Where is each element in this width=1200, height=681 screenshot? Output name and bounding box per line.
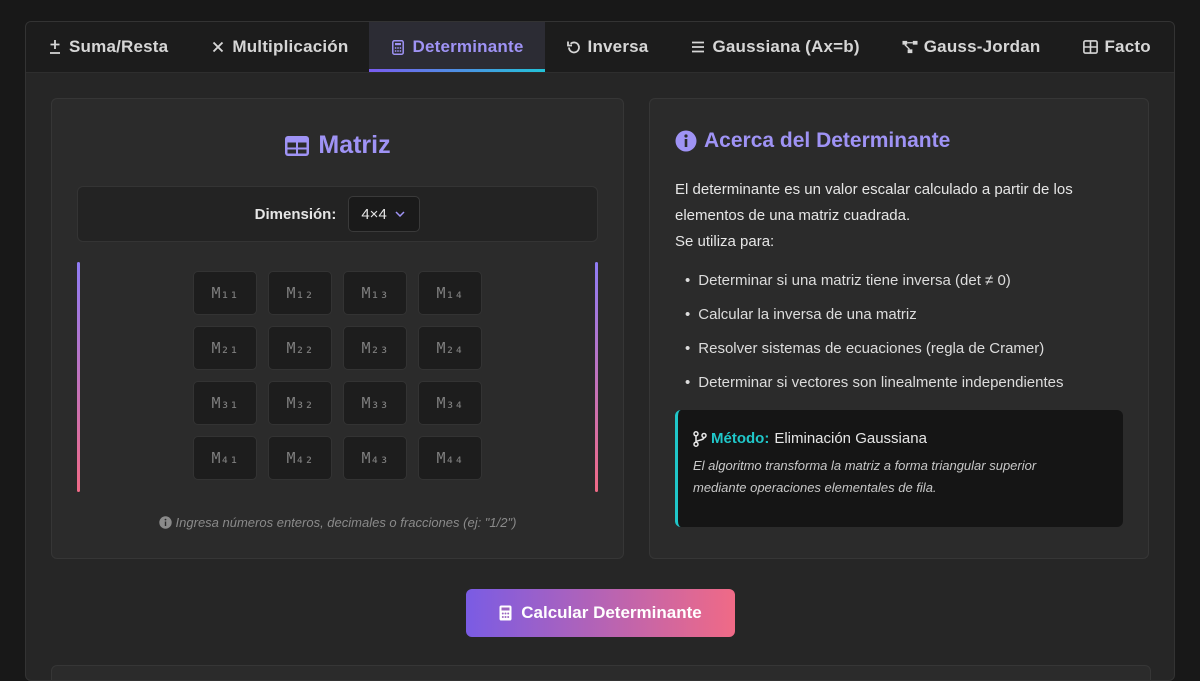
table-icon — [285, 135, 310, 156]
calculator-icon — [499, 605, 512, 621]
method-description: El algoritmo transforma la matriz a form… — [693, 458, 1037, 495]
method-box: Método: Eliminación Gaussiana El algorit… — [675, 410, 1123, 527]
tab-suma-resta[interactable]: Suma/Resta — [26, 22, 189, 72]
times-icon — [210, 39, 226, 55]
list-item: Determinar si una matriz tiene inversa (… — [685, 263, 1063, 297]
tab-label: Facto — [1104, 37, 1151, 56]
lines-icon — [690, 39, 706, 55]
calculate-determinant-button[interactable]: Calcular Determinante — [466, 589, 735, 637]
matrix-cell-2-2[interactable]: M₂₂ — [268, 326, 332, 370]
tab-label: Determinante — [412, 37, 524, 56]
list-item: Determinar si vectores son linealmente i… — [685, 365, 1063, 399]
table-icon — [1082, 39, 1098, 55]
info-card: Acerca del Determinante El determinante … — [649, 98, 1149, 559]
matrix-cell-3-3[interactable]: M₃₃ — [343, 381, 407, 425]
project-diagram-icon — [902, 39, 918, 55]
info-description: El determinante es un valor escalar calc… — [675, 177, 1125, 255]
method-value: Eliminación Gaussiana — [774, 430, 927, 447]
tab-determinante[interactable]: Determinante — [369, 22, 545, 72]
info-circle-icon — [158, 516, 172, 529]
tab-label: Gaussiana (Ax=b) — [712, 37, 860, 56]
matrix-left-bracket — [77, 262, 80, 492]
list-item: Resolver sistemas de ecuaciones (regla d… — [685, 331, 1063, 365]
matrix-cell-2-1[interactable]: M₂₁ — [193, 326, 257, 370]
info-circle-icon — [675, 130, 697, 152]
matrix-cell-1-1[interactable]: M₁₁ — [193, 271, 257, 315]
tab-label: Suma/Resta — [69, 37, 169, 56]
app-window: Suma/Resta Multiplicación Determinante I… — [25, 21, 1175, 681]
uses-list: Determinar si una matriz tiene inversa (… — [685, 263, 1063, 399]
matrix-cell-3-2[interactable]: M₃₂ — [268, 381, 332, 425]
matrix-cell-1-4[interactable]: M₁₄ — [418, 271, 482, 315]
matrix-cell-2-4[interactable]: M₂₄ — [418, 326, 482, 370]
tab-bar: Suma/Resta Multiplicación Determinante I… — [26, 22, 1174, 73]
tab-label: Multiplicación — [232, 37, 349, 56]
method-heading: Método: Eliminación Gaussiana — [693, 430, 1123, 447]
plus-minus-icon — [47, 39, 63, 55]
undo-icon — [566, 39, 582, 55]
matrix-cell-1-3[interactable]: M₁₃ — [343, 271, 407, 315]
info-desc-line2: Se utiliza para: — [675, 233, 775, 250]
matrix-cell-2-3[interactable]: M₂₃ — [343, 326, 407, 370]
matrix-title-text: Matriz — [318, 131, 391, 159]
list-item: Calcular la inversa de una matriz — [685, 297, 1063, 331]
tab-multiplicacion[interactable]: Multiplicación — [189, 22, 369, 72]
chevron-down-icon — [395, 211, 405, 217]
tab-label: Inversa — [587, 37, 649, 56]
matrix-cell-3-4[interactable]: M₃₄ — [418, 381, 482, 425]
tab-gaussiana[interactable]: Gaussiana (Ax=b) — [669, 22, 880, 72]
tab-factorizacion[interactable]: Facto — [1061, 22, 1171, 72]
matrix-right-bracket — [595, 262, 598, 492]
code-branch-icon — [693, 430, 707, 447]
dimension-select[interactable]: 4×4 — [348, 196, 421, 232]
info-desc-line1: El determinante es un valor escalar calc… — [675, 181, 1073, 224]
matrix-cell-4-2[interactable]: M₄₂ — [268, 436, 332, 480]
tab-label: Gauss-Jordan — [923, 37, 1041, 56]
info-title-text: Acerca del Determinante — [704, 129, 951, 152]
input-hint: Ingresa números enteros, decimales o fra… — [52, 515, 623, 530]
matrix-input-grid: M₁₁ M₁₂ M₁₃ M₁₄ M₂₁ M₂₂ M₂₃ M₂₄ M₃₁ M₃₂ … — [77, 262, 598, 492]
matrix-cell-4-1[interactable]: M₄₁ — [193, 436, 257, 480]
info-title: Acerca del Determinante — [675, 129, 950, 153]
matrix-cell-3-1[interactable]: M₃₁ — [193, 381, 257, 425]
calculate-button-label: Calcular Determinante — [521, 603, 702, 622]
method-label: Método: — [711, 430, 770, 447]
result-panel — [51, 665, 1151, 680]
matrix-cell-1-2[interactable]: M₁₂ — [268, 271, 332, 315]
dimension-selector-box: Dimensión: 4×4 — [77, 186, 598, 242]
input-hint-text: Ingresa números enteros, decimales o fra… — [175, 515, 517, 530]
tab-gauss-jordan[interactable]: Gauss-Jordan — [881, 22, 1062, 72]
matrix-card: Matriz Dimensión: 4×4 M₁₁ M₁₂ M₁₃ M₁₄ M₂… — [51, 98, 624, 559]
calculator-icon — [390, 39, 406, 55]
matrix-cell-4-4[interactable]: M₄₄ — [418, 436, 482, 480]
matrix-cell-4-3[interactable]: M₄₃ — [343, 436, 407, 480]
dimension-value: 4×4 — [361, 205, 387, 223]
tab-inversa[interactable]: Inversa — [545, 22, 670, 72]
matrix-title: Matriz — [52, 131, 623, 160]
dimension-label: Dimensión: — [254, 205, 337, 223]
